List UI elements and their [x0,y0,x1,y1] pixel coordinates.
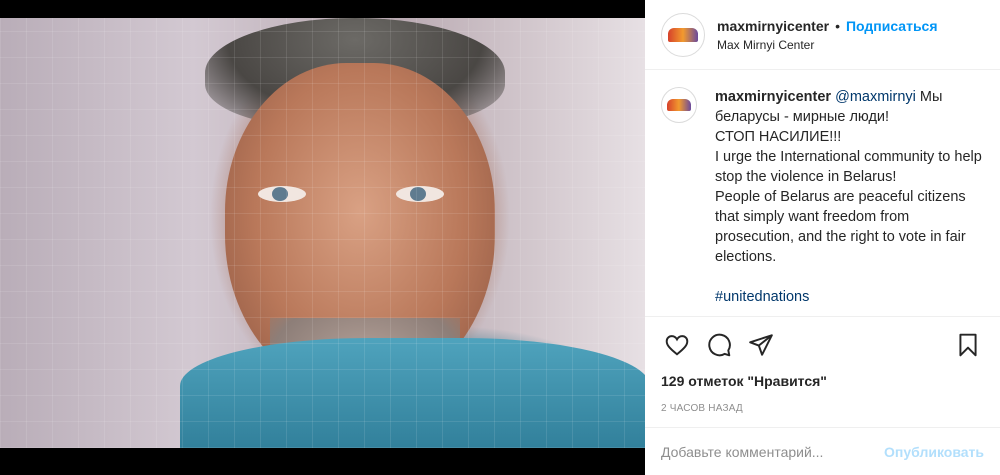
avatar[interactable] [661,12,705,57]
follow-button[interactable]: Подписаться [846,18,938,34]
post-timestamp[interactable]: 2 часов назад [661,403,984,414]
post-side-panel: maxmirnyicenter • Подписаться Max Mirnyi… [645,0,1000,475]
post-image-container [0,0,645,475]
action-icons [661,329,984,361]
caption-text: maxmirnyicenter @maxmirnyi Мы беларусы -… [715,87,984,316]
heart-icon[interactable] [661,329,693,361]
post-photo[interactable] [0,18,645,448]
comment-input[interactable] [661,443,885,460]
caption-line: People of Belarus are peaceful citizens … [715,189,966,265]
username-link[interactable]: maxmirnyicenter [717,18,829,34]
header-meta: maxmirnyicenter • Подписаться Max Mirnyi… [717,18,938,52]
caption-line: СТОП НАСИЛИЕ!!! [715,129,842,145]
caption-username[interactable]: maxmirnyicenter [715,89,831,105]
center-logo-icon [668,27,698,42]
instagram-post: maxmirnyicenter • Подписаться Max Mirnyi… [0,0,1000,475]
separator-dot: • [835,17,840,34]
location-subtitle[interactable]: Max Mirnyi Center [717,38,938,52]
caption-line: I urge the International community to he… [715,149,982,185]
caption-area: maxmirnyicenter @maxmirnyi Мы беларусы -… [645,71,1000,316]
share-icon[interactable] [745,329,777,361]
caption-mention[interactable]: @maxmirnyi [835,89,916,105]
actions-area: 129 отметок "Нравится" 2 часов назад [645,316,1000,414]
bookmark-icon[interactable] [952,329,984,361]
publish-button[interactable]: Опубликовать [884,444,984,460]
post-header: maxmirnyicenter • Подписаться Max Mirnyi… [645,0,1000,70]
comment-box: Опубликовать [645,427,1000,475]
likes-count[interactable]: 129 отметок "Нравится" [661,373,984,389]
comment-icon[interactable] [703,329,735,361]
caption-avatar[interactable] [661,87,697,123]
caption-hashtag[interactable]: #unitednations [715,287,984,307]
photo-grid-overlay [0,18,645,448]
center-logo-icon [667,99,691,111]
